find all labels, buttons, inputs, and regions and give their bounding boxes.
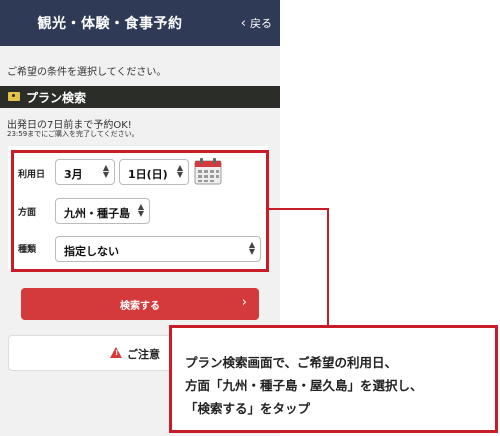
chevron-right-icon: › <box>241 295 247 310</box>
search-button[interactable]: 検索する › <box>21 288 259 320</box>
warning-icon: ! <box>110 347 122 358</box>
callout-line-2: 方面「九州・種子島・屋久島」を選択し、 <box>185 378 423 393</box>
caution-label: ご注意 <box>127 348 160 361</box>
section-header: プラン検索 <box>0 86 280 108</box>
callout-line-3: 「検索する」をタップ <box>185 401 311 416</box>
callout-box: プラン検索画面で、ご希望の利用日、 方面「九州・種子島・屋久島」を選択し、 「検… <box>169 325 498 433</box>
highlight-frame <box>11 150 269 272</box>
back-button[interactable]: ‹ 戻る <box>241 15 272 31</box>
instruction-text: ご希望の条件を選択してください。 <box>7 67 167 78</box>
page-title: 観光・体験・食事予約 <box>37 16 183 32</box>
camera-icon <box>8 92 20 101</box>
section-title: プラン検索 <box>26 91 87 105</box>
search-button-label: 検索する <box>120 301 160 312</box>
callout-line-1: プラン検索画面で、ご希望の利用日、 <box>185 355 398 370</box>
purchase-deadline-note: 23:59までにご購入を完了してください。 <box>7 130 139 138</box>
chevron-left-icon: ‹ <box>240 15 246 31</box>
header-bar: 観光・体験・食事予約 ‹ 戻る <box>0 0 280 46</box>
callout-leader-line <box>268 208 329 325</box>
back-label: 戻る <box>250 17 272 30</box>
